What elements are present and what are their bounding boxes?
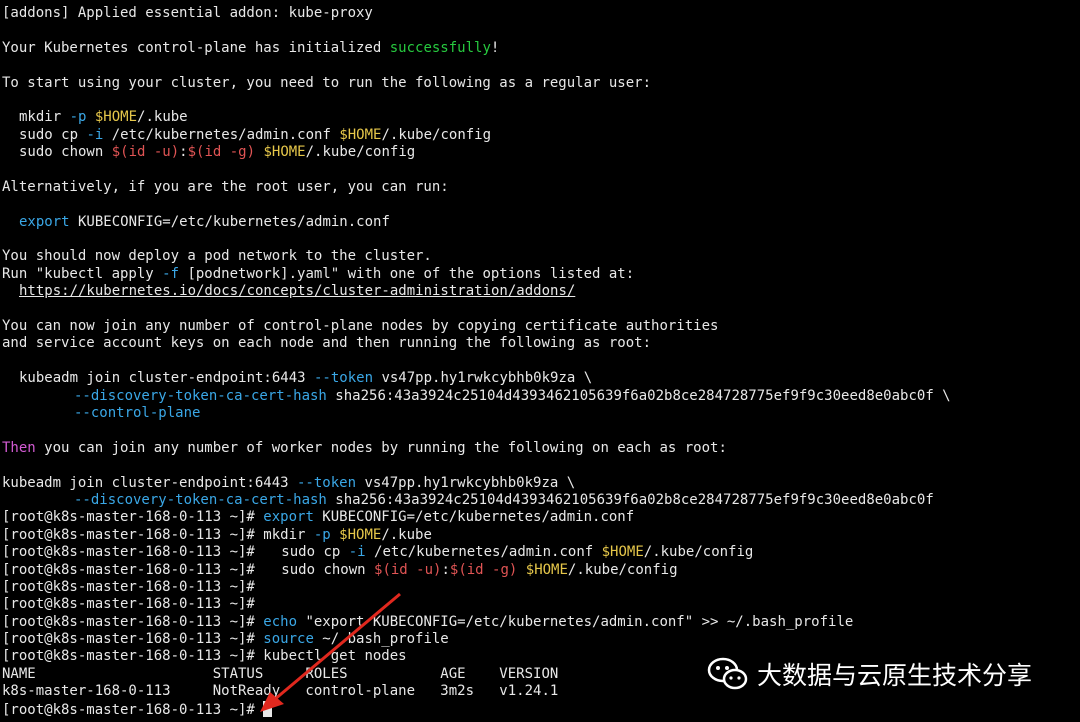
watermark: 大数据与云原生技术分享 — [707, 652, 1032, 696]
wechat-icon — [707, 657, 748, 690]
annotation-arrow — [260, 592, 401, 712]
watermark-text: 大数据与云原生技术分享 — [757, 661, 1033, 690]
